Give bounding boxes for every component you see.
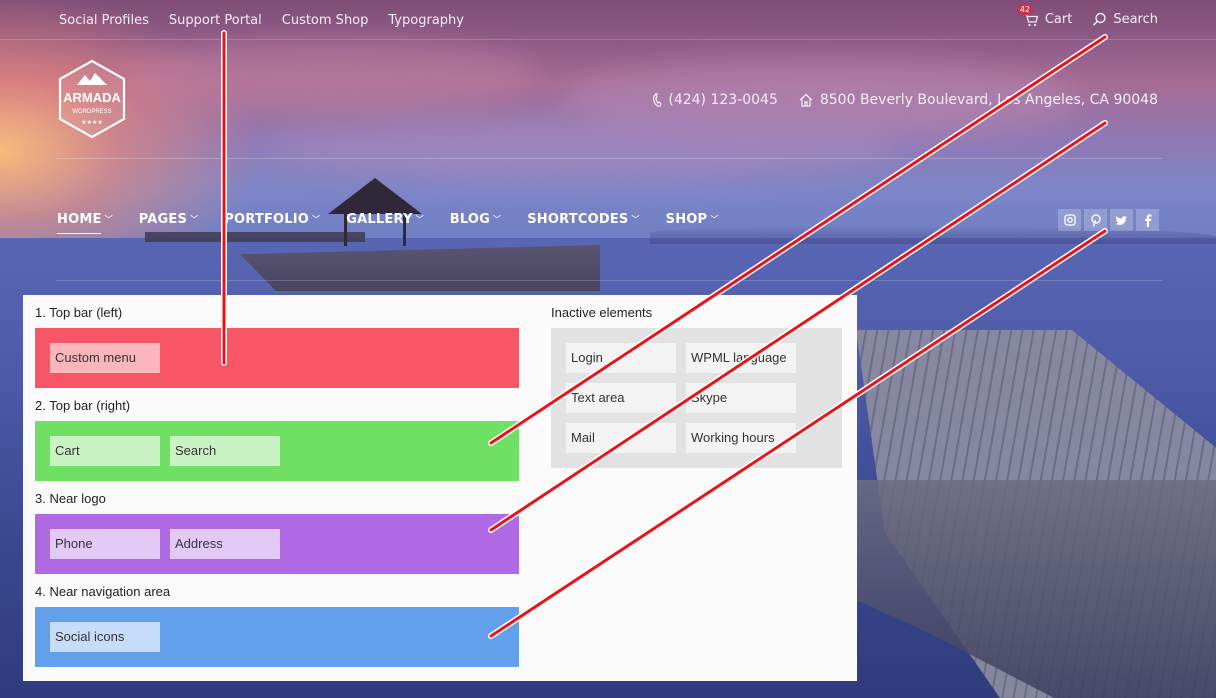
nav-item-portfolio[interactable]: PORTFOLIO ﹀ [224,212,320,227]
chip-text-area[interactable]: Text area [566,383,676,413]
cart-count-badge: 42 [1016,4,1034,15]
chip-working-hours[interactable]: Working hours [686,423,796,453]
search-button[interactable]: Search [1092,12,1158,27]
top-link-typography[interactable]: Typography [388,13,464,28]
top-link-custom-shop[interactable]: Custom Shop [282,13,369,28]
nav-label: PORTFOLIO [224,212,310,227]
dropzone-near-navigation[interactable]: Social icons [35,607,519,667]
phone-number: (424) 123-0045 [668,92,778,108]
dropzone-near-logo[interactable]: Phone Address [35,514,519,574]
nav-label: PAGES [138,212,188,227]
dropzone-top-bar-left[interactable]: Custom menu [35,328,519,388]
section-title-inactive: Inactive elements [551,305,653,320]
nav-item-blog[interactable]: BLOG ﹀ [450,212,501,227]
chevron-down-icon: ﹀ [631,215,640,224]
nav-item-shop[interactable]: SHOP ﹀ [666,212,719,227]
social-icons [1058,209,1159,231]
logo-stars: ★★★★ [81,119,103,126]
chip-custom-menu[interactable]: Custom menu [50,343,160,373]
chip-mail[interactable]: Mail [566,423,676,453]
chevron-down-icon: ﹀ [104,215,113,224]
cloud [120,40,540,110]
chip-cart[interactable]: Cart [50,436,160,466]
chevron-down-icon: ﹀ [190,215,199,224]
instagram-icon[interactable] [1058,209,1081,231]
chevron-down-icon: ﹀ [415,215,424,224]
nav-label: BLOG [449,212,491,227]
top-link-support-portal[interactable]: Support Portal [169,13,262,28]
chip-phone[interactable]: Phone [50,529,160,559]
chip-social-icons[interactable]: Social icons [50,622,160,652]
section-title-near-navigation: 4. Near navigation area [35,584,171,599]
top-bar-right: 42 Cart Search [1016,4,1158,27]
pinterest-icon[interactable] [1084,209,1107,231]
top-bar: Social Profiles Support Portal Custom Sh… [0,0,1216,40]
section-title-top-bar-left: 1. Top bar (left) [35,305,123,320]
chip-wpml-language[interactable]: WPML language [686,343,796,373]
nav-label: GALLERY [346,212,413,227]
nav-item-pages[interactable]: PAGES ﹀ [139,212,199,227]
chip-search[interactable]: Search [170,436,280,466]
search-label: Search [1113,12,1158,27]
logo-subtext: WORDPRESS [72,109,111,115]
header-contact: (424) 123-0045 8500 Beverly Boulevard, L… [652,92,1158,108]
top-bar-menu: Social Profiles Support Portal Custom Sh… [59,13,464,28]
phone-icon [653,92,663,107]
dropzone-top-bar-right[interactable]: Cart Search [35,421,519,481]
section-title-top-bar-right: 2. Top bar (right) [35,398,131,413]
facebook-icon[interactable] [1136,209,1159,231]
main-navigation: HOME ﹀ PAGES ﹀ PORTFOLIO ﹀ GALLERY ﹀ BLOG ﹀ S… [57,212,719,234]
nav-label: SHORTCODES [527,212,629,227]
chevron-down-icon: ﹀ [493,215,502,224]
search-icon [1093,12,1107,26]
dropzone-inactive-elements[interactable]: Login WPML language Text area Skype Mail… [551,328,842,468]
chip-address[interactable]: Address [170,529,280,559]
twitter-icon[interactable] [1110,209,1133,231]
nav-divider [56,280,1162,281]
cart-label: Cart [1044,12,1073,27]
nav-item-home[interactable]: HOME ﹀ [57,212,113,234]
phone-item[interactable]: (424) 123-0045 [652,92,778,108]
cloud [260,120,900,180]
home-icon [799,93,813,107]
chevron-down-icon: ﹀ [312,215,321,224]
nav-label: HOME [57,212,102,227]
chip-login[interactable]: Login [566,343,676,373]
nav-label: SHOP [665,212,708,227]
address-text: 8500 Beverly Boulevard, Los Angeles, CA … [819,92,1158,108]
top-link-social-profiles[interactable]: Social Profiles [59,13,149,28]
address-item[interactable]: 8500 Beverly Boulevard, Los Angeles, CA … [798,92,1158,108]
nav-item-shortcodes[interactable]: SHORTCODES ﹀ [527,212,639,227]
armada-logo[interactable]: ARMADA WORDPRESS ★★★★ [57,59,127,139]
nav-item-gallery[interactable]: GALLERY ﹀ [346,212,424,227]
far-pier [145,232,365,242]
cart-button[interactable]: 42 Cart [1016,4,1073,27]
section-title-near-logo: 3. Near logo [35,491,106,506]
chip-skype[interactable]: Skype [686,383,796,413]
logo-text: ARMADA [63,90,121,105]
chevron-down-icon: ﹀ [710,215,719,224]
header-builder-panel: 1. Top bar (left) Custom menu 2. Top bar… [23,295,857,681]
header-divider [56,158,1162,159]
